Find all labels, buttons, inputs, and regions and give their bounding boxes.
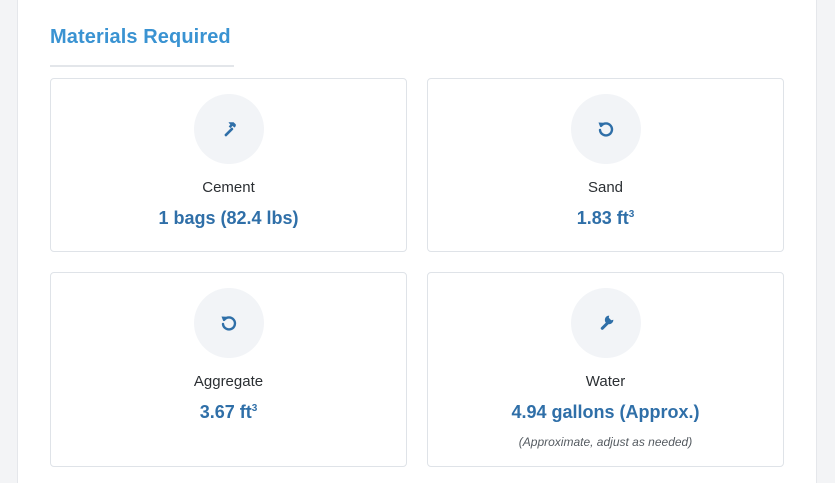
material-value: 3.67 ft3 bbox=[199, 402, 258, 422]
icon-circle bbox=[193, 288, 264, 358]
rotate-ccw-icon bbox=[596, 119, 616, 139]
hammer-icon bbox=[219, 119, 239, 139]
material-label: Cement bbox=[202, 179, 255, 196]
icon-circle bbox=[193, 94, 264, 164]
icon-circle bbox=[570, 94, 641, 164]
material-label: Sand bbox=[587, 179, 624, 196]
material-card-sand: Sand 1.83 ft3 bbox=[427, 78, 784, 252]
material-value: 1.83 ft3 bbox=[576, 208, 635, 228]
material-value: 4.94 gallons (Approx.) bbox=[511, 402, 700, 422]
material-value: 1 bags (82.4 lbs) bbox=[158, 208, 299, 228]
material-label: Aggregate bbox=[193, 373, 264, 390]
material-note: (Approximate, adjust as needed) bbox=[518, 435, 693, 449]
unit-superscript: 3 bbox=[628, 209, 635, 220]
unit-superscript: 3 bbox=[251, 403, 258, 414]
rotate-ccw-icon bbox=[219, 313, 239, 333]
icon-circle bbox=[570, 288, 641, 358]
section-title: Materials Required bbox=[50, 26, 231, 48]
material-card-water: Water 4.94 gallons (Approx.) (Approximat… bbox=[427, 272, 784, 467]
material-card-cement: Cement 1 bags (82.4 lbs) bbox=[50, 78, 407, 252]
material-label: Water bbox=[585, 373, 626, 390]
wrench-icon bbox=[596, 313, 616, 333]
material-card-aggregate: Aggregate 3.67 ft3 bbox=[50, 272, 407, 467]
title-underline bbox=[50, 65, 234, 67]
